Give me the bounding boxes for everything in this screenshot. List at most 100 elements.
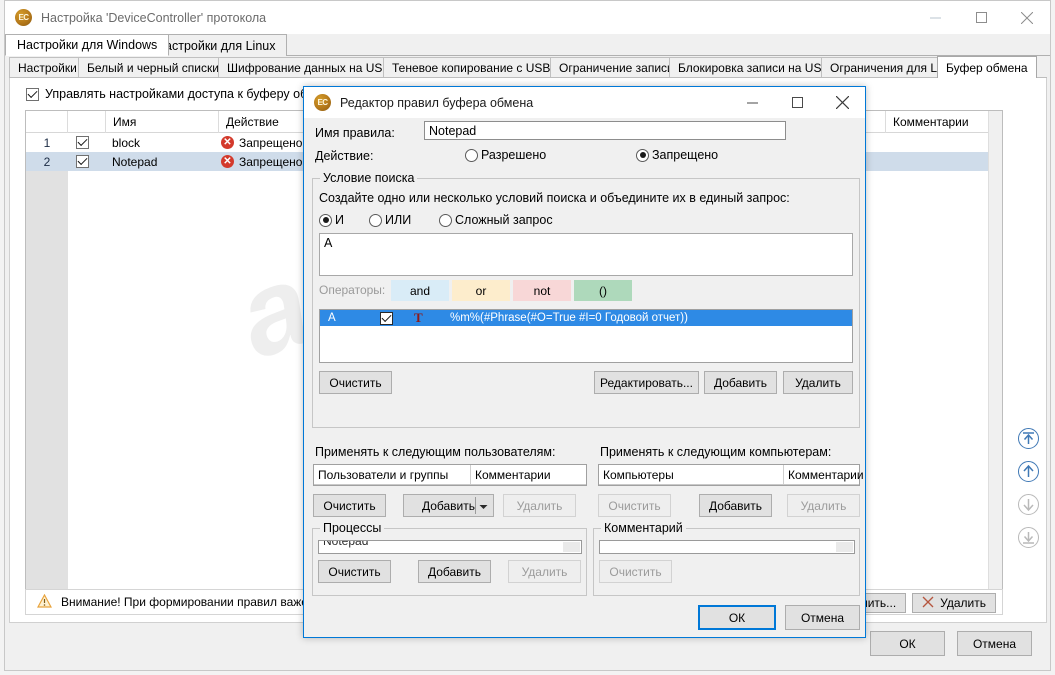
users-clear-button[interactable]: Очистить — [313, 494, 386, 517]
tab-clipboard[interactable]: Буфер обмена — [937, 56, 1037, 78]
tab-usb-write-block[interactable]: Блокировка записи на USB — [669, 57, 839, 78]
operator-and-button[interactable]: and — [391, 280, 449, 301]
grid-col-action[interactable]: Действие — [219, 111, 306, 133]
users-panel-title: Применять к следующим пользователям: — [315, 445, 556, 459]
users-table[interactable]: Пользователи и группы Комментарии — [313, 464, 587, 486]
chevron-down-icon[interactable] — [479, 499, 488, 513]
move-down-button[interactable] — [1018, 494, 1039, 515]
conditions-listbox[interactable]: A T %m%(#Phrase(#O=True #I=0 Годовой отч… — [319, 309, 853, 363]
processes-clear-button[interactable]: Очистить — [318, 560, 391, 583]
dialog-cancel-button[interactable]: Отмена — [785, 605, 860, 630]
grid-vertical-scrollbar[interactable] — [988, 111, 1002, 589]
processes-add-button[interactable]: Добавить — [418, 560, 491, 583]
comment-clear-button[interactable]: Очистить — [599, 560, 672, 583]
tab-white-black-lists[interactable]: Белый и черный списки — [78, 57, 228, 78]
computers-table[interactable]: Компьютеры Комментарии — [598, 464, 864, 486]
users-col-comments[interactable]: Комментарии — [470, 465, 586, 484]
ec-logo-icon: EC — [314, 94, 331, 111]
maximize-icon[interactable] — [775, 87, 820, 118]
ok-button[interactable]: ОК — [870, 631, 945, 656]
checkbox-glyph — [26, 87, 39, 101]
processes-group: Процессы Notepad Очистить Добавить Удали… — [312, 521, 587, 596]
tab-write-restriction[interactable]: Ограничение записи — [550, 57, 683, 78]
processes-delete-button[interactable]: Удалить — [508, 560, 581, 583]
action-radio-denied[interactable]: Запрещено — [636, 148, 718, 162]
grid-col-comments[interactable]: Комментарии — [886, 111, 990, 133]
computers-panel-title: Применять к следующим компьютерам: — [600, 445, 832, 459]
tab-label: Буфер обмена — [946, 60, 1028, 75]
close-icon[interactable] — [820, 87, 865, 118]
conditions-add-button[interactable]: Добавить — [704, 371, 777, 394]
computers-col-comments[interactable]: Комментарии — [783, 465, 864, 484]
mode-radio-complex[interactable]: Сложный запрос — [439, 213, 553, 227]
dialog-ok-button[interactable]: ОК — [698, 605, 776, 630]
tab-usb-encryption[interactable]: Шифрование данных на USB — [218, 57, 400, 78]
comment-scroll-grip[interactable] — [836, 542, 853, 552]
computers-clear-button[interactable]: Очистить — [598, 494, 671, 517]
tab-label: Настройки — [18, 61, 77, 75]
condition-enabled-checkbox[interactable] — [380, 311, 393, 325]
outer-tabstrip: Настройки для Windows Настройки для Linu… — [5, 34, 1050, 56]
row-enabled-checkbox[interactable] — [76, 133, 89, 152]
comment-group: Комментарий Очистить — [593, 521, 860, 596]
radio-label: ИЛИ — [385, 213, 412, 227]
row-name: Notepad — [112, 154, 158, 169]
computers-add-button[interactable]: Добавить — [699, 494, 772, 517]
processes-scroll-grip[interactable] — [563, 542, 580, 552]
row-action-label: Запрещено — [239, 154, 303, 169]
move-up-button[interactable] — [1018, 461, 1039, 482]
grid-col-name[interactable]: Имя — [106, 111, 219, 133]
dropdown-separator — [475, 497, 476, 514]
mode-radio-or[interactable]: ИЛИ — [369, 213, 411, 227]
row-number: 2 — [43, 154, 51, 169]
minimize-icon[interactable] — [730, 87, 775, 118]
comment-input[interactable] — [599, 540, 855, 554]
computers-col-computers[interactable]: Компьютеры — [599, 465, 783, 484]
move-to-bottom-button[interactable] — [1018, 527, 1039, 548]
radio-glyph — [369, 213, 382, 227]
action-radio-allowed[interactable]: Разрешено — [465, 148, 546, 162]
rule-name-label: Имя правила: — [315, 126, 395, 140]
search-condition-description: Создайте одно или несколько условий поис… — [319, 191, 790, 205]
users-delete-button[interactable]: Удалить — [503, 494, 576, 517]
rule-name-input[interactable]: Notepad — [424, 121, 786, 140]
cancel-button[interactable]: Отмена — [957, 631, 1032, 656]
row-action: ✕ Запрещено — [221, 133, 302, 152]
rule-order-buttons — [1018, 428, 1046, 560]
grid-col-rownum[interactable] — [26, 111, 68, 133]
processes-list[interactable]: Notepad — [318, 540, 582, 554]
radio-label: Запрещено — [652, 148, 719, 162]
main-titlebar: EC Настройка 'DeviceController' протокол… — [5, 1, 1050, 34]
row-action-label: Запрещено — [239, 135, 303, 150]
operator-not-button[interactable]: not — [513, 280, 571, 301]
maximize-icon[interactable] — [958, 1, 1004, 34]
tab-settings-windows[interactable]: Настройки для Windows — [5, 34, 170, 56]
minimize-icon[interactable] — [912, 1, 958, 34]
move-to-top-button[interactable] — [1018, 428, 1039, 449]
close-icon[interactable] — [1004, 1, 1050, 34]
row-enabled-checkbox[interactable] — [76, 152, 89, 171]
users-col-groups[interactable]: Пользователи и группы — [314, 465, 470, 484]
list-item[interactable]: A T %m%(#Phrase(#O=True #I=0 Годовой отч… — [320, 310, 852, 326]
users-add-button[interactable]: Добавить — [403, 494, 494, 517]
operator-parens-button[interactable]: () — [574, 280, 632, 301]
grid-col-check[interactable] — [68, 111, 106, 133]
main-footer-buttons: ОК Отмена — [870, 631, 1032, 656]
conditions-edit-button[interactable]: Редактировать... — [594, 371, 699, 394]
conditions-clear-button[interactable]: Очистить — [319, 371, 392, 394]
tab-usb-shadow-copy[interactable]: Теневое копирование с USB — [383, 57, 560, 78]
manage-clipboard-checkbox[interactable]: Управлять настройками доступа к буферу о… — [26, 87, 350, 101]
x-icon — [922, 596, 934, 611]
operator-or-button[interactable]: or — [452, 280, 510, 301]
query-textarea[interactable]: A — [319, 233, 853, 276]
mode-radio-and[interactable]: И — [319, 213, 344, 227]
radio-glyph — [319, 213, 332, 227]
computers-delete-button[interactable]: Удалить — [787, 494, 860, 517]
tab-nastroyki[interactable]: Настройки — [9, 57, 86, 78]
deny-icon: ✕ — [221, 155, 234, 168]
clipboard-rule-editor-dialog: EC Редактор правил буфера обмена Имя пра… — [303, 86, 866, 638]
conditions-delete-button[interactable]: Удалить — [783, 371, 853, 394]
users-table-divider — [314, 484, 586, 485]
delete-rule-button[interactable]: Удалить — [912, 593, 996, 613]
action-label: Действие: — [315, 149, 374, 163]
